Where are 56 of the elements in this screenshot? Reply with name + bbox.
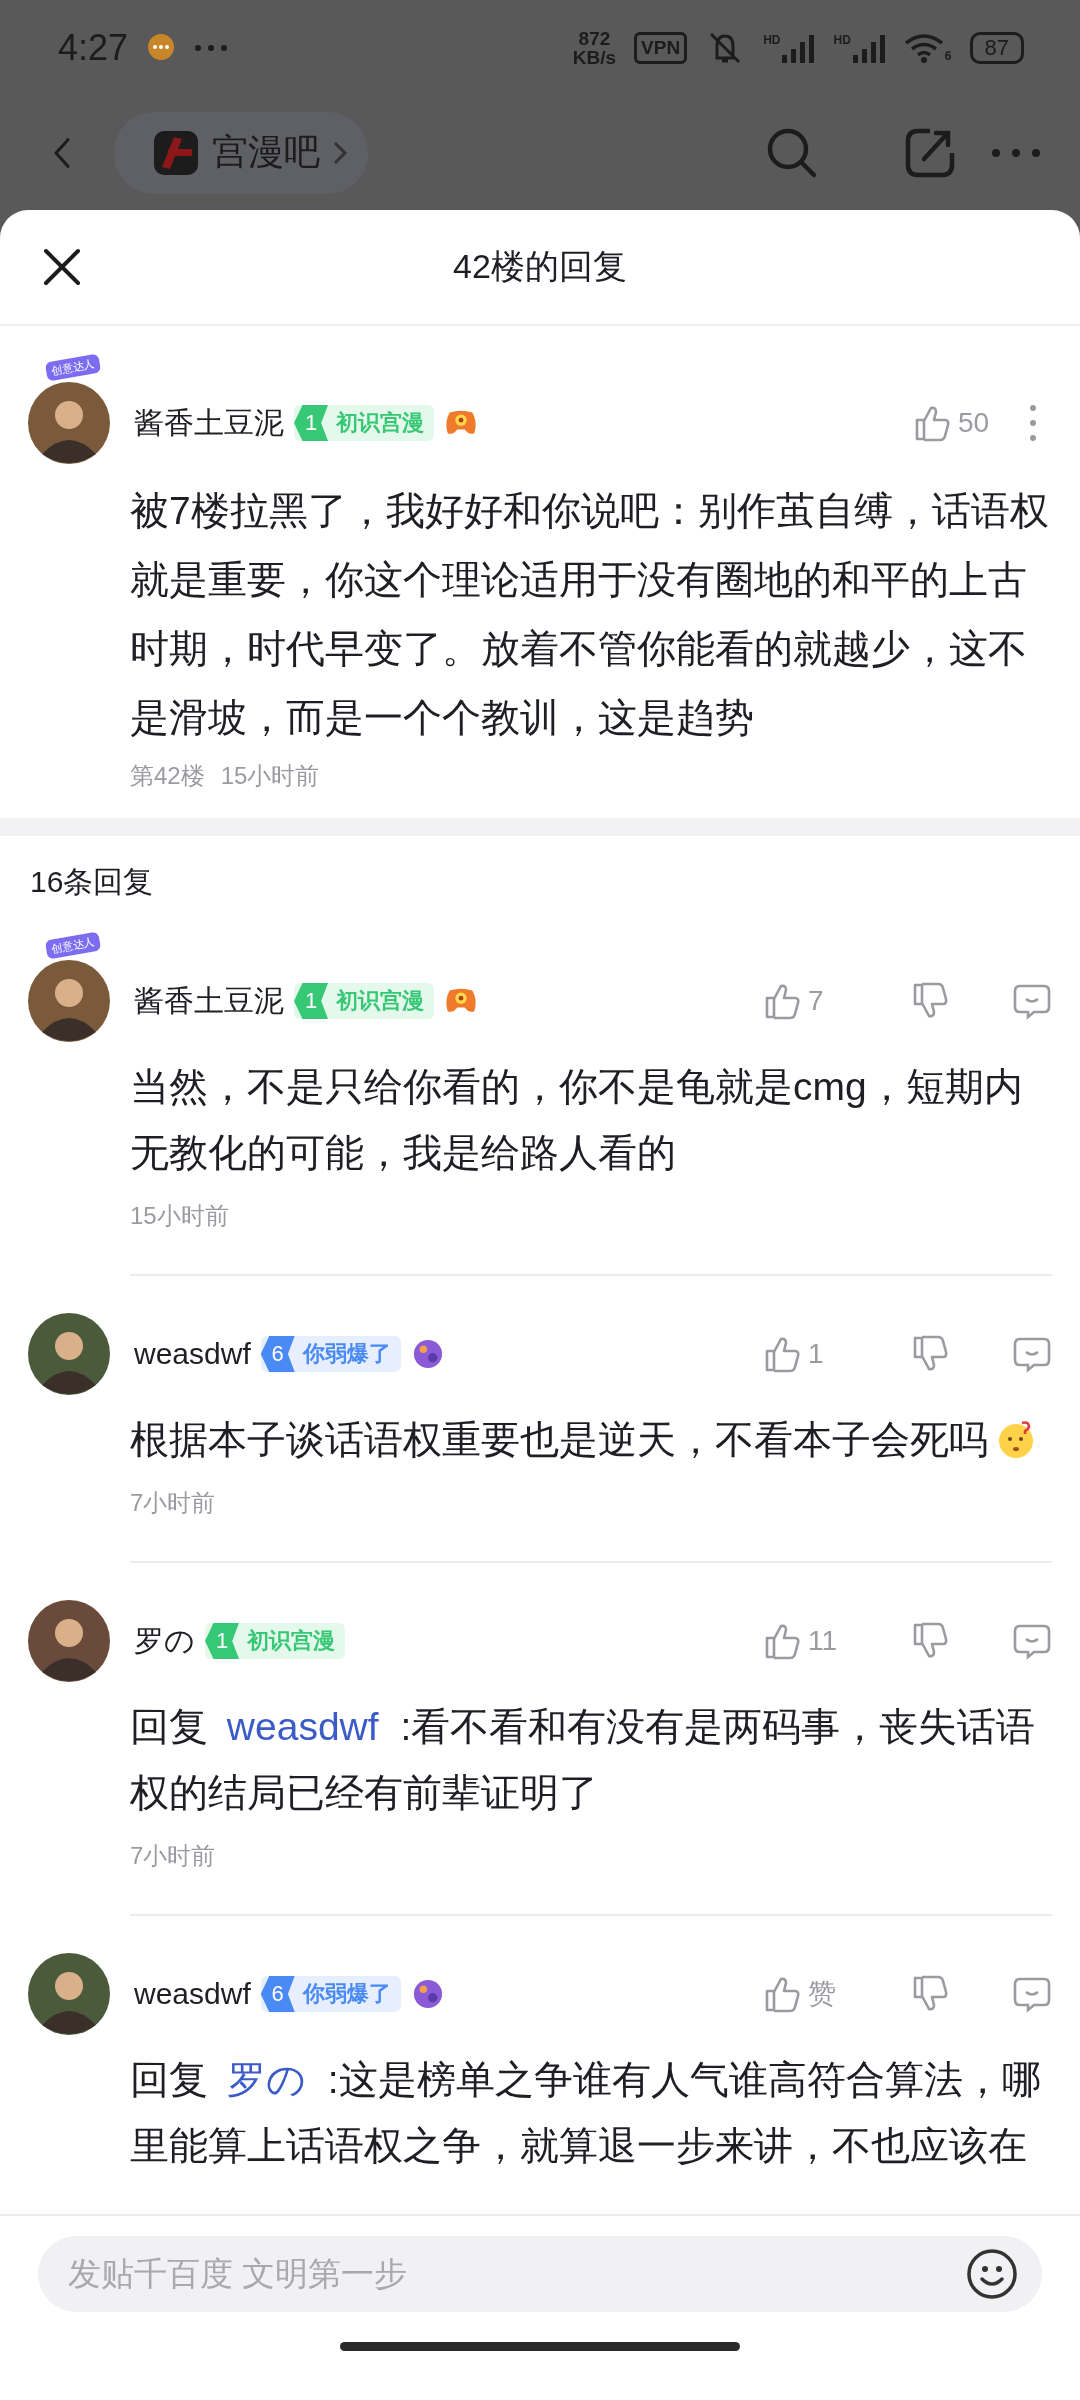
signal-icon	[851, 32, 886, 63]
level-badge: 1 初识宫漫	[294, 405, 434, 441]
avatar[interactable]	[28, 1953, 110, 2035]
avatar[interactable]	[28, 1313, 110, 1395]
avatar[interactable]	[28, 1600, 110, 1682]
reply-text: 当然，不是只给你看的，你不是龟就是cmg，短期内无教化的可能，我是给路人看的	[130, 1064, 1024, 1176]
avatar-frame-tag: 创意达人	[44, 931, 102, 960]
vpn-indicator: VPN	[634, 31, 688, 64]
level-badge: 1 初识宫漫	[205, 1623, 345, 1659]
like-count: 1	[808, 1338, 825, 1370]
post-time: 7小时前	[130, 1841, 216, 1871]
hd-label: HD	[833, 32, 851, 47]
wifi-label: 6	[944, 48, 952, 63]
like-count: 赞	[808, 1977, 837, 2011]
post-time: 15小时前	[220, 761, 320, 791]
reply-text: 根据本子谈话语权重要也是逆天，不看本子会死吗	[130, 1407, 1060, 1473]
user-name[interactable]: 酱香土豆泥	[134, 980, 284, 1022]
user-name[interactable]: 罗の	[134, 1620, 195, 1662]
forum-logo-icon	[152, 128, 200, 177]
wifi-icon	[903, 32, 944, 63]
level-badge: 6 你弱爆了	[260, 1336, 401, 1372]
user-name[interactable]: 酱香土豆泥	[134, 402, 284, 444]
emoji-icon[interactable]	[966, 2248, 1018, 2300]
reply-text: 回复 weasdwf :看不看和有没有是两码事，丧失话语权的结局已经有前辈证明了	[130, 1704, 1037, 1816]
battery-indicator: 87	[969, 31, 1024, 64]
more-icon[interactable]	[1028, 403, 1038, 443]
network-speed: 872 KB/s	[572, 28, 617, 67]
puzzled-face-icon	[996, 1419, 1036, 1459]
avatar[interactable]	[28, 382, 110, 464]
user-mention[interactable]: weasdwf	[226, 1705, 379, 1748]
floor-number: 第42楼	[130, 761, 205, 791]
signal-icon	[781, 32, 816, 63]
chat-bubble-icon	[146, 32, 177, 63]
reply-count: 16条回复	[29, 864, 155, 900]
user-mention[interactable]: 罗の	[226, 2058, 306, 2101]
comment-input-text[interactable]: 发贴千百度 文明第一步	[66, 2254, 966, 2294]
level-badge: 1 初识宫漫	[294, 983, 434, 1019]
avatar-frame-tag: 创意达人	[44, 353, 102, 382]
hd-label: HD	[763, 32, 781, 47]
like-count: 11	[808, 1625, 839, 1657]
like-count: 7	[808, 985, 825, 1017]
comment-text: 被7楼拉黑了，我好好和你说吧：别作茧自缚，话语权就是重要，你这个理论适用于没有圈地的和平的上古时期，时代早变了。放着不管你能看的就越少，这不是滑坡，而是一个个教训，这是趋势	[129, 488, 1050, 741]
avatar[interactable]	[28, 960, 110, 1042]
sheet-title: 42楼的回复	[452, 246, 628, 287]
close-icon[interactable]	[42, 247, 82, 287]
user-name[interactable]: weasdwf	[134, 1337, 251, 1371]
post-time: 7小时前	[130, 1488, 216, 1518]
clock: 4:27	[58, 26, 129, 69]
chevron-icon	[332, 139, 348, 166]
reply-text: 回复 罗の :这是榜单之争谁有人气谁高符合算法，哪里能算上话语权之争，就算退一步来讲，不也应该在	[130, 2057, 1042, 2169]
level-badge: 6 你弱爆了	[260, 1976, 401, 2012]
post-time: 15小时前	[130, 1201, 229, 1231]
comment-input[interactable]: 发贴千百度 文明第一步	[38, 2236, 1042, 2312]
like-count: 50	[958, 407, 991, 439]
user-name[interactable]: weasdwf	[134, 1977, 251, 2011]
more-icon	[194, 43, 229, 52]
